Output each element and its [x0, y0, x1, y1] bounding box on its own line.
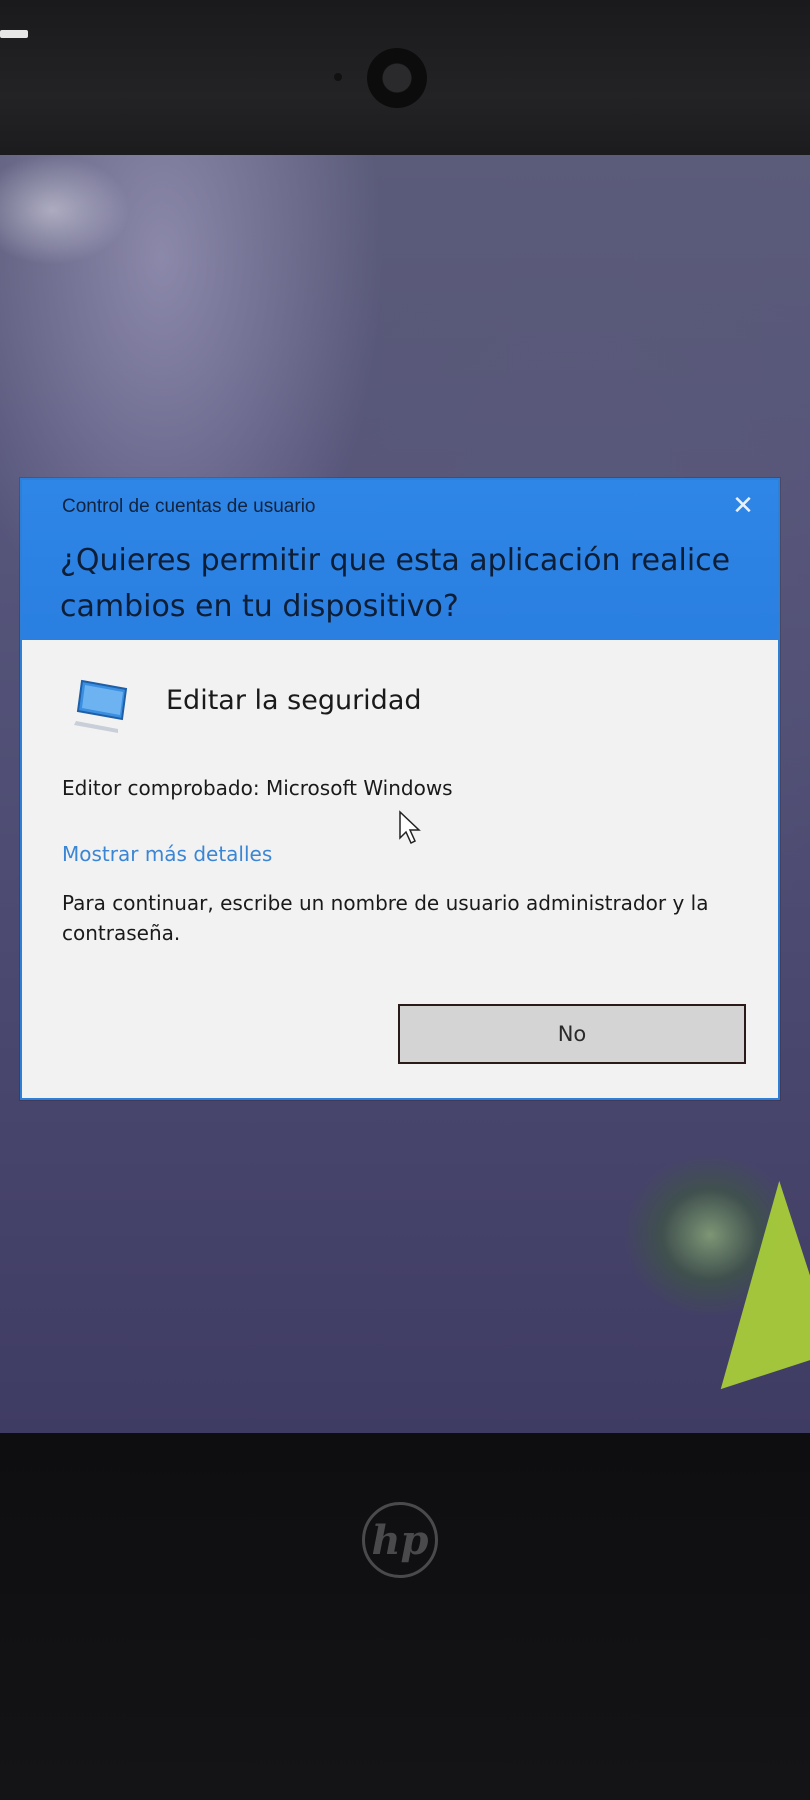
- mouse-pointer-icon: [399, 810, 421, 845]
- verified-publisher: Editor comprobado: Microsoft Windows: [62, 776, 453, 800]
- show-details-link[interactable]: Mostrar más detalles: [62, 842, 272, 866]
- close-icon[interactable]: ✕: [725, 488, 761, 524]
- camera-light: [334, 73, 342, 81]
- no-button[interactable]: No: [398, 1004, 746, 1064]
- dialog-question: ¿Quieres permitir que esta aplicación re…: [60, 543, 731, 624]
- laptop-bezel-top: [0, 0, 810, 160]
- screen-smudge: [0, 155, 130, 265]
- monitor-icon: [74, 679, 128, 733]
- bezel-sticker: [0, 30, 28, 38]
- laptop-bezel-bottom: [0, 1433, 810, 1800]
- credentials-instructions: Para continuar, escribe un nombre de usu…: [62, 891, 709, 945]
- dialog-caption: Control de cuentas de usuario: [62, 496, 316, 517]
- uac-dialog: Control de cuentas de usuario ✕ ¿Quieres…: [20, 478, 780, 1100]
- app-name: Editar la seguridad: [166, 685, 422, 716]
- uac-header: Control de cuentas de usuario ✕ ¿Quieres…: [22, 480, 778, 640]
- webcam: [367, 48, 427, 108]
- wallpaper-tent: [665, 1180, 810, 1390]
- hp-logo: hp: [362, 1502, 438, 1578]
